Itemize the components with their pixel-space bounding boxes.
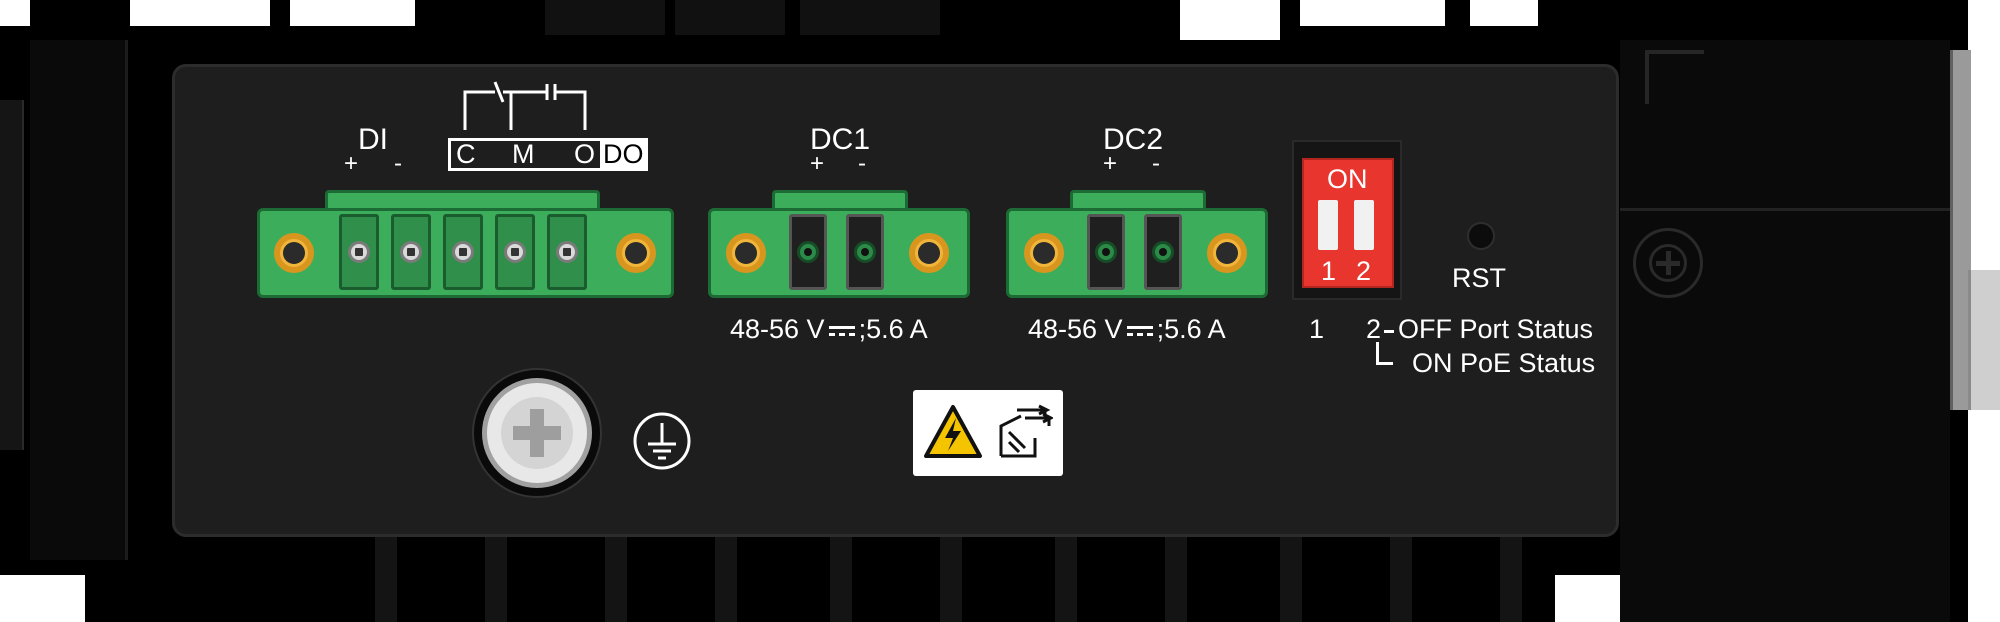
terminal-screw-icon xyxy=(1152,241,1174,263)
dip-legend-2: 2 xyxy=(1366,314,1382,344)
heatsink-fin xyxy=(1055,530,1077,622)
ground-screw-washer xyxy=(482,378,592,488)
top-gap xyxy=(1470,0,1538,26)
heatsink-fin xyxy=(675,0,785,35)
warning-label xyxy=(913,390,1063,476)
heatsink-fin xyxy=(940,530,962,622)
terminal-screw-icon xyxy=(556,241,578,263)
heatsink-fin xyxy=(605,530,627,622)
dio-pin-3[interactable] xyxy=(443,214,483,290)
di-plus-label: + xyxy=(344,150,359,177)
heatsink-fin xyxy=(1390,530,1412,622)
relay-contact-icon xyxy=(463,81,587,130)
dc1-minus-label: - xyxy=(858,150,866,177)
front-panel xyxy=(172,64,1619,537)
dc1-rating-voltage: 48-56 V xyxy=(730,314,825,344)
top-gap xyxy=(1180,0,1280,40)
heatsink-fin xyxy=(1165,530,1187,622)
dc2-plus-label: + xyxy=(1103,150,1118,177)
do-label: DO xyxy=(603,139,644,169)
terminal-screw-icon xyxy=(348,241,370,263)
relay-o-label: O xyxy=(574,139,596,169)
di-minus-label: - xyxy=(394,150,402,177)
heatsink-fin xyxy=(485,530,507,622)
dc1-rating-current: ;5.6 A xyxy=(858,314,928,344)
terminal-screw-icon xyxy=(1095,241,1117,263)
hot-surface-icon xyxy=(999,404,1053,458)
dc2-rating-current: ;5.6 A xyxy=(1156,314,1226,344)
dc1-plus-label: + xyxy=(810,150,825,177)
dc-symbol-icon xyxy=(1125,324,1155,338)
reset-button[interactable] xyxy=(1467,222,1495,250)
bottom-gap xyxy=(1555,575,1625,622)
dip-toggle-1[interactable] xyxy=(1318,200,1338,250)
din-rail-clip xyxy=(0,100,24,450)
phillips-screw-icon xyxy=(1649,244,1687,282)
heatsink-fin xyxy=(375,530,397,622)
dio-mount-hole-right xyxy=(616,233,656,273)
dio-pin-2[interactable] xyxy=(391,214,431,290)
dip-1-label: 1 xyxy=(1321,256,1337,286)
dc1-mount-hole-right xyxy=(909,233,949,273)
ground-screw xyxy=(472,368,602,498)
dc2-pin-plus[interactable] xyxy=(1087,214,1125,290)
dc2-mount-hole-right xyxy=(1207,233,1247,273)
terminal-screw-icon xyxy=(504,241,526,263)
heatsink-fin xyxy=(715,530,737,622)
dio-pin-4[interactable] xyxy=(495,214,535,290)
relay-m-label: M xyxy=(512,139,535,169)
terminal-screw-icon xyxy=(452,241,474,263)
dc2-rating: 48-56 V ;5.6 A xyxy=(1028,316,1226,343)
dc-symbol-icon xyxy=(827,324,857,338)
terminal-screw-icon xyxy=(797,241,819,263)
side-module-divider xyxy=(1620,208,1950,211)
dip-2-label: 2 xyxy=(1356,256,1372,286)
dio-pin-1[interactable] xyxy=(339,214,379,290)
heatsink-fin xyxy=(1500,530,1522,622)
heatsink-fin xyxy=(1280,530,1302,622)
high-voltage-warning-icon xyxy=(924,405,982,458)
dc2-minus-label: - xyxy=(1152,150,1160,177)
ground-icon xyxy=(633,412,691,470)
terminal-screw-icon xyxy=(400,241,422,263)
dip-on-label: ON xyxy=(1327,164,1368,194)
top-gap xyxy=(0,0,30,26)
dc2-rating-voltage: 48-56 V xyxy=(1028,314,1123,344)
dip-legend-1: 1 xyxy=(1309,314,1325,344)
bottom-gap xyxy=(0,575,85,622)
rj45-port-edge xyxy=(1968,270,2000,410)
dip-legend-dash xyxy=(1384,330,1394,333)
heatsink-fin xyxy=(830,530,852,622)
di-label: DI xyxy=(358,123,388,156)
heatsink-fin xyxy=(800,0,940,35)
dip-legend-off: OFF Port Status xyxy=(1398,314,1594,344)
din-rail-clip xyxy=(30,40,128,560)
dio-pin-5[interactable] xyxy=(547,214,587,290)
side-module xyxy=(1620,40,1950,622)
relay-c-label: C xyxy=(456,139,476,169)
dc1-mount-hole-left xyxy=(726,233,766,273)
dip-toggle-2[interactable] xyxy=(1354,200,1374,250)
top-gap xyxy=(1300,0,1445,26)
dip-legend-bracket xyxy=(1376,342,1393,365)
dio-mount-hole-left xyxy=(274,233,314,273)
dc2-mount-hole-left xyxy=(1024,233,1064,273)
dc1-pin-minus[interactable] xyxy=(846,214,884,290)
phillips-screw-icon xyxy=(501,397,573,469)
dc2-pin-minus[interactable] xyxy=(1144,214,1182,290)
dc1-pin-plus[interactable] xyxy=(789,214,827,290)
top-gap xyxy=(130,0,270,26)
reset-label: RST xyxy=(1452,263,1506,293)
terminal-screw-icon xyxy=(854,241,876,263)
dip-legend-on: ON PoE Status xyxy=(1412,348,1596,378)
dc1-rating: 48-56 V ;5.6 A xyxy=(730,316,928,343)
side-screw xyxy=(1633,228,1703,298)
corner-mark xyxy=(1645,50,1704,104)
heatsink-fin xyxy=(545,0,665,35)
top-gap xyxy=(290,0,415,26)
